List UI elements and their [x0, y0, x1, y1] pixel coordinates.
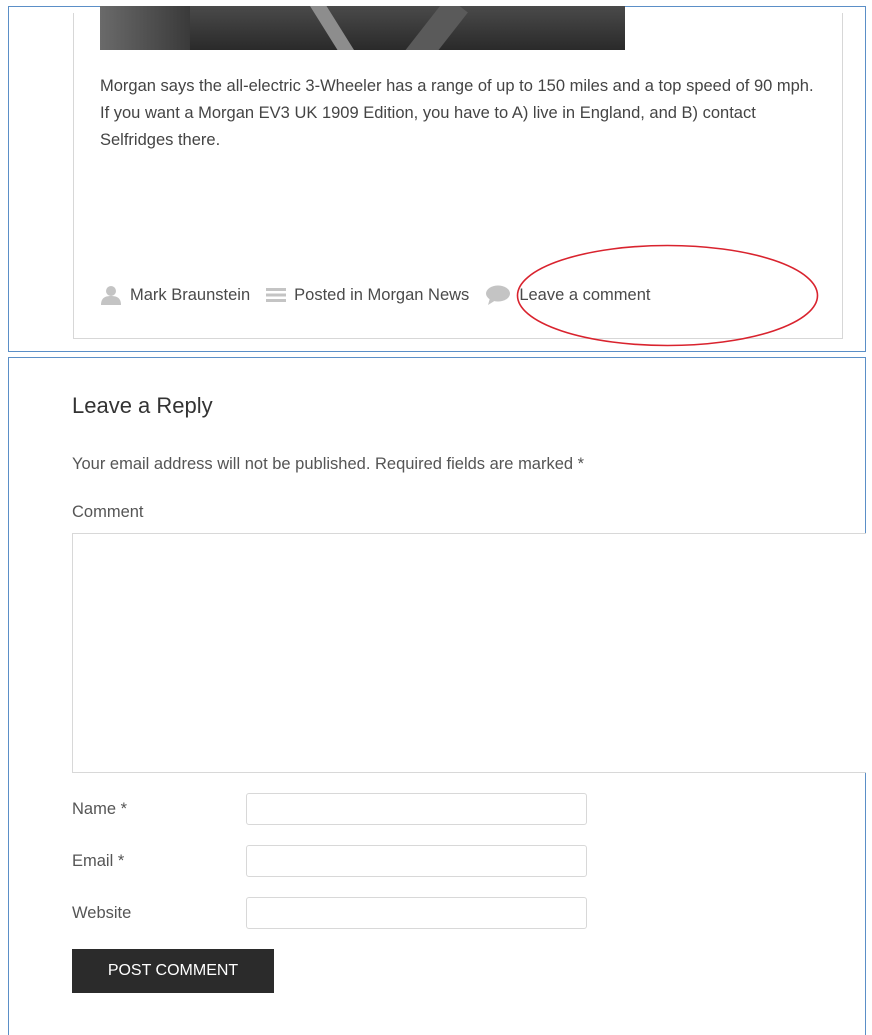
- meta-author-name: Mark Braunstein: [130, 285, 251, 304]
- email-field-row: Email *: [72, 845, 587, 877]
- website-input[interactable]: [246, 897, 587, 929]
- name-input[interactable]: [246, 793, 587, 825]
- article-body-text: Morgan says the all-electric 3-Wheeler h…: [100, 77, 814, 149]
- leave-comment-label: Leave a comment: [519, 285, 651, 304]
- user-icon: [100, 285, 122, 305]
- meta-author[interactable]: Mark Braunstein: [100, 285, 250, 305]
- name-field-row: Name *: [72, 793, 587, 825]
- speech-bubble-icon: [485, 285, 511, 305]
- meta-category[interactable]: Posted in Morgan News: [266, 286, 469, 305]
- reply-notes: Your email address will not be published…: [72, 455, 585, 473]
- meta-category-text: Posted in Morgan News: [294, 285, 470, 304]
- article-image: [100, 6, 625, 50]
- post-comment-button[interactable]: POST COMMENT: [72, 949, 274, 993]
- comment-label: Comment: [72, 503, 144, 521]
- name-label: Name *: [72, 799, 128, 818]
- email-input[interactable]: [246, 845, 587, 877]
- email-label: Email *: [72, 851, 125, 870]
- reply-title: Leave a Reply: [72, 393, 213, 418]
- leave-comment-link[interactable]: Leave a comment: [485, 285, 650, 305]
- website-field-row: Website: [72, 897, 587, 929]
- website-label: Website: [72, 903, 132, 922]
- comment-textarea[interactable]: [72, 533, 866, 773]
- article-meta: Mark Braunstein Posted in Morgan News Le…: [100, 282, 666, 308]
- list-icon: [266, 287, 287, 303]
